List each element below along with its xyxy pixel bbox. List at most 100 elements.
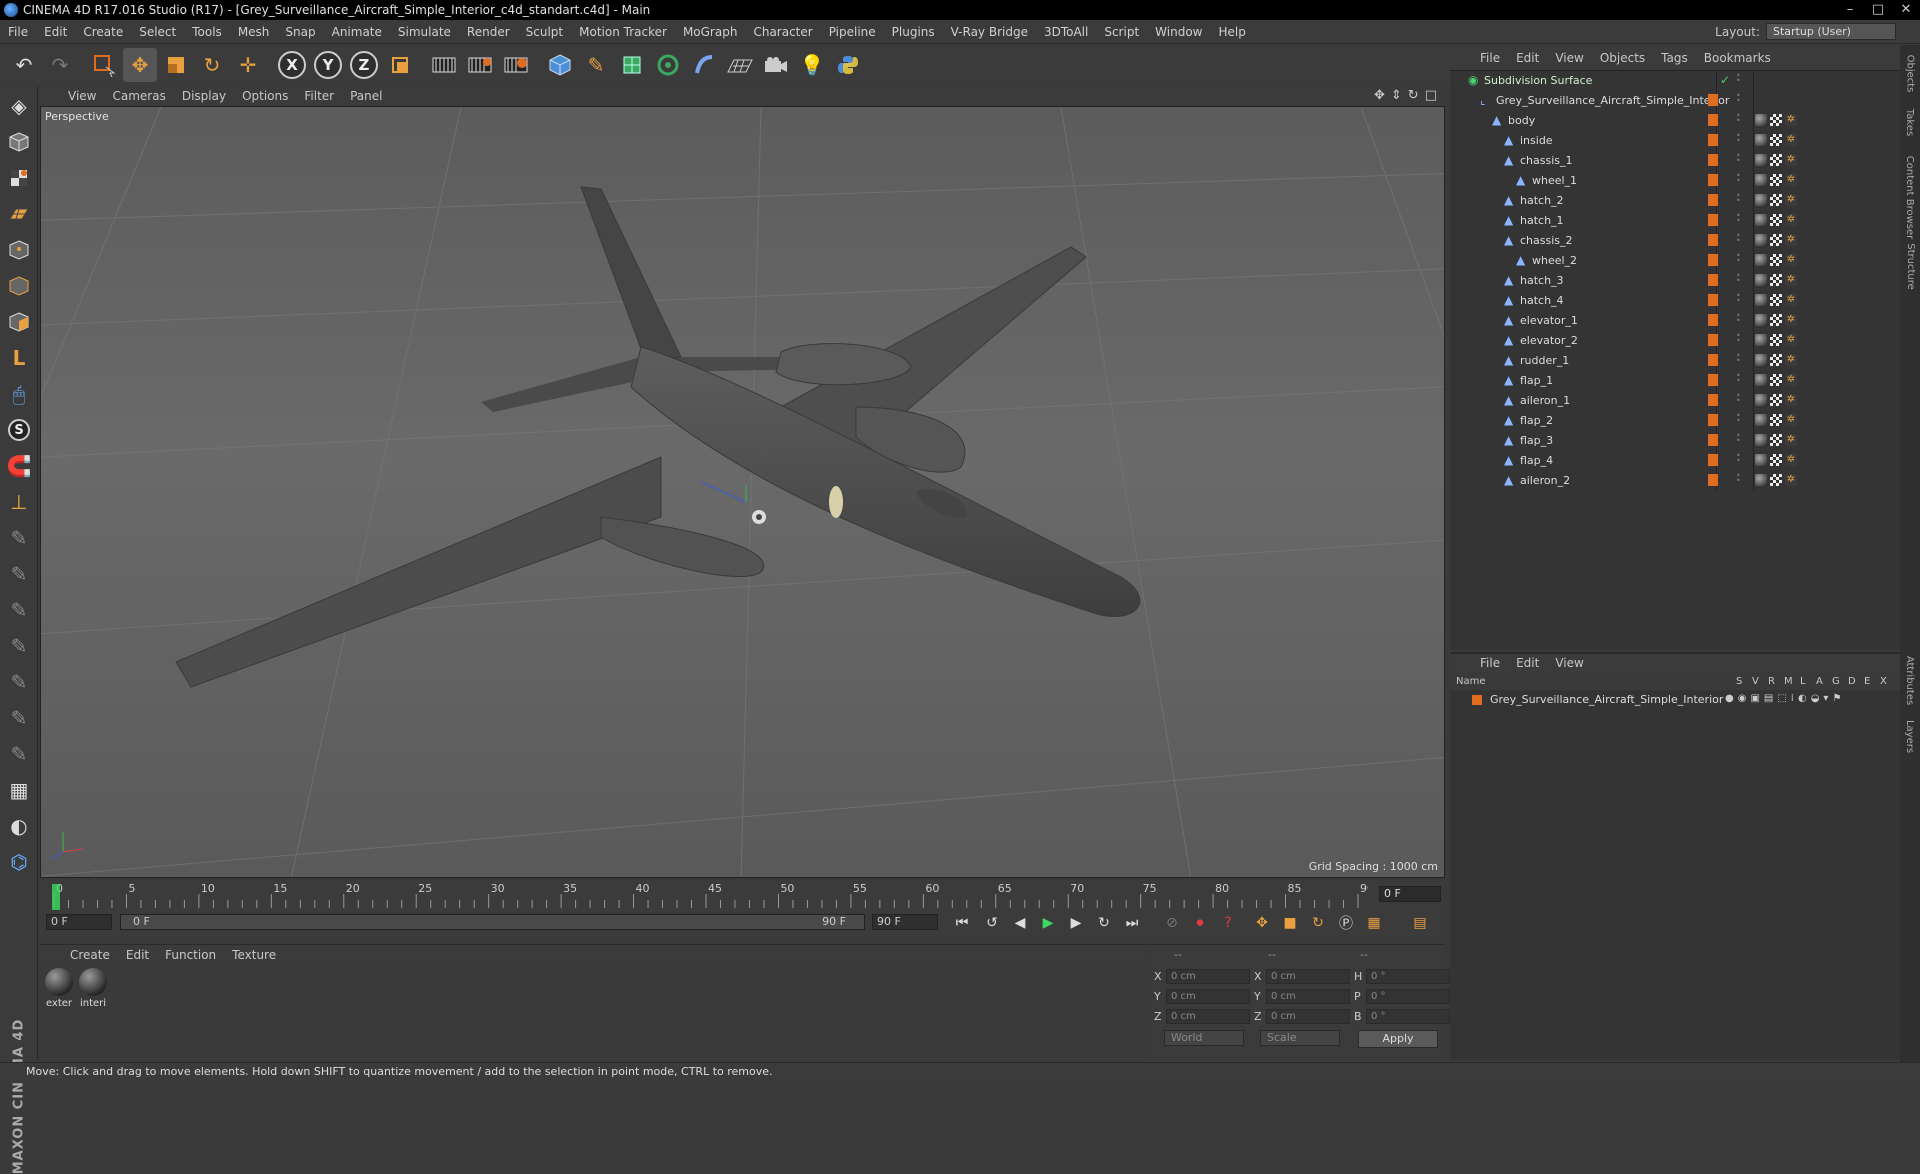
uvw-tag-icon[interactable]: ✲ — [1785, 254, 1797, 266]
object-menu-file[interactable]: File — [1472, 51, 1508, 65]
menu-render[interactable]: Render — [459, 25, 518, 39]
material-menu-create[interactable]: Create — [62, 948, 118, 962]
viewport-menu-cameras[interactable]: Cameras — [104, 89, 173, 103]
start-frame-field[interactable]: 0 F — [46, 914, 112, 930]
visibility-dots[interactable]: • • — [1736, 412, 1741, 427]
layer-color-tag[interactable] — [1708, 94, 1718, 106]
key-parameter-icon[interactable]: Ⓟ — [1334, 912, 1358, 934]
dock-tab-structure[interactable]: Structure — [1902, 235, 1918, 298]
render-view-icon[interactable] — [427, 48, 461, 82]
key-rotation-icon[interactable]: ↻ — [1306, 912, 1330, 934]
uvw-tag-icon[interactable]: ✲ — [1785, 214, 1797, 226]
layer-column-a[interactable]: A — [1816, 676, 1823, 687]
go-to-start-icon[interactable]: ⏮ — [950, 912, 974, 934]
camera-icon[interactable] — [759, 48, 793, 82]
python-script-icon[interactable]: ⌬ — [2, 846, 36, 878]
material-menu-texture[interactable]: Texture — [224, 948, 284, 962]
layer-column-r[interactable]: R — [1768, 676, 1775, 687]
next-key-icon[interactable]: ↻ — [1092, 912, 1116, 934]
uvw-tag-icon[interactable]: ✲ — [1785, 294, 1797, 306]
previous-frame-icon[interactable]: ◀ — [1008, 912, 1032, 934]
visibility-dots[interactable]: • • — [1736, 192, 1741, 207]
phong-tag-icon[interactable] — [1755, 414, 1767, 426]
array-generator-icon[interactable] — [651, 48, 685, 82]
texture-tag-icon[interactable] — [1770, 374, 1782, 386]
uvw-tag-icon[interactable]: ✲ — [1785, 274, 1797, 286]
autokey-icon[interactable]: ⏺ — [1188, 912, 1212, 934]
visibility-dots[interactable]: • • — [1736, 92, 1741, 107]
deformer-icon[interactable] — [687, 48, 721, 82]
edges-mode-icon[interactable] — [2, 270, 36, 302]
position-y-field[interactable]: 0 cm — [1166, 988, 1250, 1004]
menu-window[interactable]: Window — [1147, 25, 1210, 39]
texture-tag-icon[interactable] — [1770, 234, 1782, 246]
dock-tab-objects[interactable]: Objects — [1902, 49, 1918, 98]
texture-tag-icon[interactable] — [1770, 214, 1782, 226]
dock-tab-attributes[interactable]: Attributes — [1902, 645, 1918, 715]
make-editable-icon[interactable]: ◈ — [2, 90, 36, 122]
object-menu-view[interactable]: View — [1547, 51, 1591, 65]
layer-color-tag[interactable] — [1708, 374, 1718, 386]
play-icon[interactable]: ▶ — [1036, 912, 1060, 934]
visibility-dots[interactable]: • • — [1736, 72, 1741, 87]
menu-help[interactable]: Help — [1210, 25, 1253, 39]
texture-tag-icon[interactable] — [1770, 394, 1782, 406]
spline-pen-icon[interactable]: ✎ — [579, 48, 613, 82]
object-row[interactable]: ▲ aileron_1 • • ✲ — [1450, 391, 1900, 411]
record-active-icon[interactable]: ⊘ — [1160, 912, 1184, 934]
layer-row[interactable]: Grey_Surveillance_Aircraft_Simple_Interi… — [1450, 690, 1900, 710]
next-frame-icon[interactable]: ▶ — [1064, 912, 1088, 934]
brush-tool-7-icon[interactable]: ✎ — [2, 738, 36, 770]
previous-key-icon[interactable]: ↺ — [980, 912, 1004, 934]
layer-color-tag[interactable] — [1708, 474, 1718, 486]
uvw-tag-icon[interactable]: ✲ — [1785, 154, 1797, 166]
texture-tag-icon[interactable] — [1770, 134, 1782, 146]
tweak-mode-icon[interactable]: 🖱 — [2, 378, 36, 410]
uvw-tag-icon[interactable]: ✲ — [1785, 334, 1797, 346]
menu-select[interactable]: Select — [131, 25, 184, 39]
uvw-tag-icon[interactable]: ✲ — [1785, 194, 1797, 206]
object-menu-bookmarks[interactable]: Bookmarks — [1696, 51, 1779, 65]
visibility-dots[interactable]: • • — [1736, 392, 1741, 407]
texture-tag-icon[interactable] — [1770, 434, 1782, 446]
object-row[interactable]: ▲ hatch_3 • • ✲ — [1450, 271, 1900, 291]
visibility-dots[interactable]: • • — [1736, 432, 1741, 447]
layout-dropdown[interactable]: Startup (User) — [1766, 23, 1896, 40]
visibility-dots[interactable]: • • — [1736, 312, 1741, 327]
layer-color-tag[interactable] — [1708, 214, 1718, 226]
texture-tag-icon[interactable] — [1770, 334, 1782, 346]
brush-tool-3-icon[interactable]: ✎ — [2, 594, 36, 626]
orbit-icon[interactable]: ↻ — [1408, 88, 1419, 103]
dolly-icon[interactable]: ⇕ — [1391, 88, 1402, 103]
material-menu-edit[interactable]: Edit — [118, 948, 157, 962]
object-row[interactable]: ▲ chassis_1 • • ✲ — [1450, 151, 1900, 171]
viewport-menu-view[interactable]: View — [60, 89, 104, 103]
layer-column-x[interactable]: X — [1880, 676, 1887, 687]
object-row[interactable]: ▲ wheel_2 • • ✲ — [1450, 251, 1900, 271]
visibility-dots[interactable]: • • — [1736, 212, 1741, 227]
floor-object-icon[interactable] — [723, 48, 757, 82]
texture-mode-icon[interactable] — [2, 162, 36, 194]
apply-button[interactable]: Apply — [1358, 1030, 1438, 1048]
points-mode-icon[interactable] — [2, 234, 36, 266]
menu-character[interactable]: Character — [745, 25, 820, 39]
timeline-ruler[interactable]: 051015202530354045505560657075808590 — [48, 882, 1368, 914]
phong-tag-icon[interactable] — [1755, 434, 1767, 446]
visibility-dots[interactable]: • • — [1736, 292, 1741, 307]
visibility-dots[interactable]: • • — [1736, 332, 1741, 347]
redo-icon[interactable]: ↷ — [43, 48, 77, 82]
layer-menu-view[interactable]: View — [1547, 656, 1591, 670]
uvw-tag-icon[interactable]: ✲ — [1785, 454, 1797, 466]
object-row[interactable]: ▲ wheel_1 • • ✲ — [1450, 171, 1900, 191]
go-to-end-icon[interactable]: ⏭ — [1120, 912, 1144, 934]
layer-color-tag[interactable] — [1708, 234, 1718, 246]
viewport-menu-filter[interactable]: Filter — [296, 89, 342, 103]
visibility-dots[interactable]: • • — [1736, 172, 1741, 187]
object-row[interactable]: ▲ chassis_2 • • ✲ — [1450, 231, 1900, 251]
object-menu-edit[interactable]: Edit — [1508, 51, 1547, 65]
texture-tag-icon[interactable] — [1770, 294, 1782, 306]
material-swatch[interactable]: exter — [44, 968, 74, 1009]
viewport-menu-panel[interactable]: Panel — [342, 89, 390, 103]
size-y-field[interactable]: 0 cm — [1266, 988, 1350, 1004]
transform-tool-icon[interactable]: ✛ — [231, 48, 265, 82]
